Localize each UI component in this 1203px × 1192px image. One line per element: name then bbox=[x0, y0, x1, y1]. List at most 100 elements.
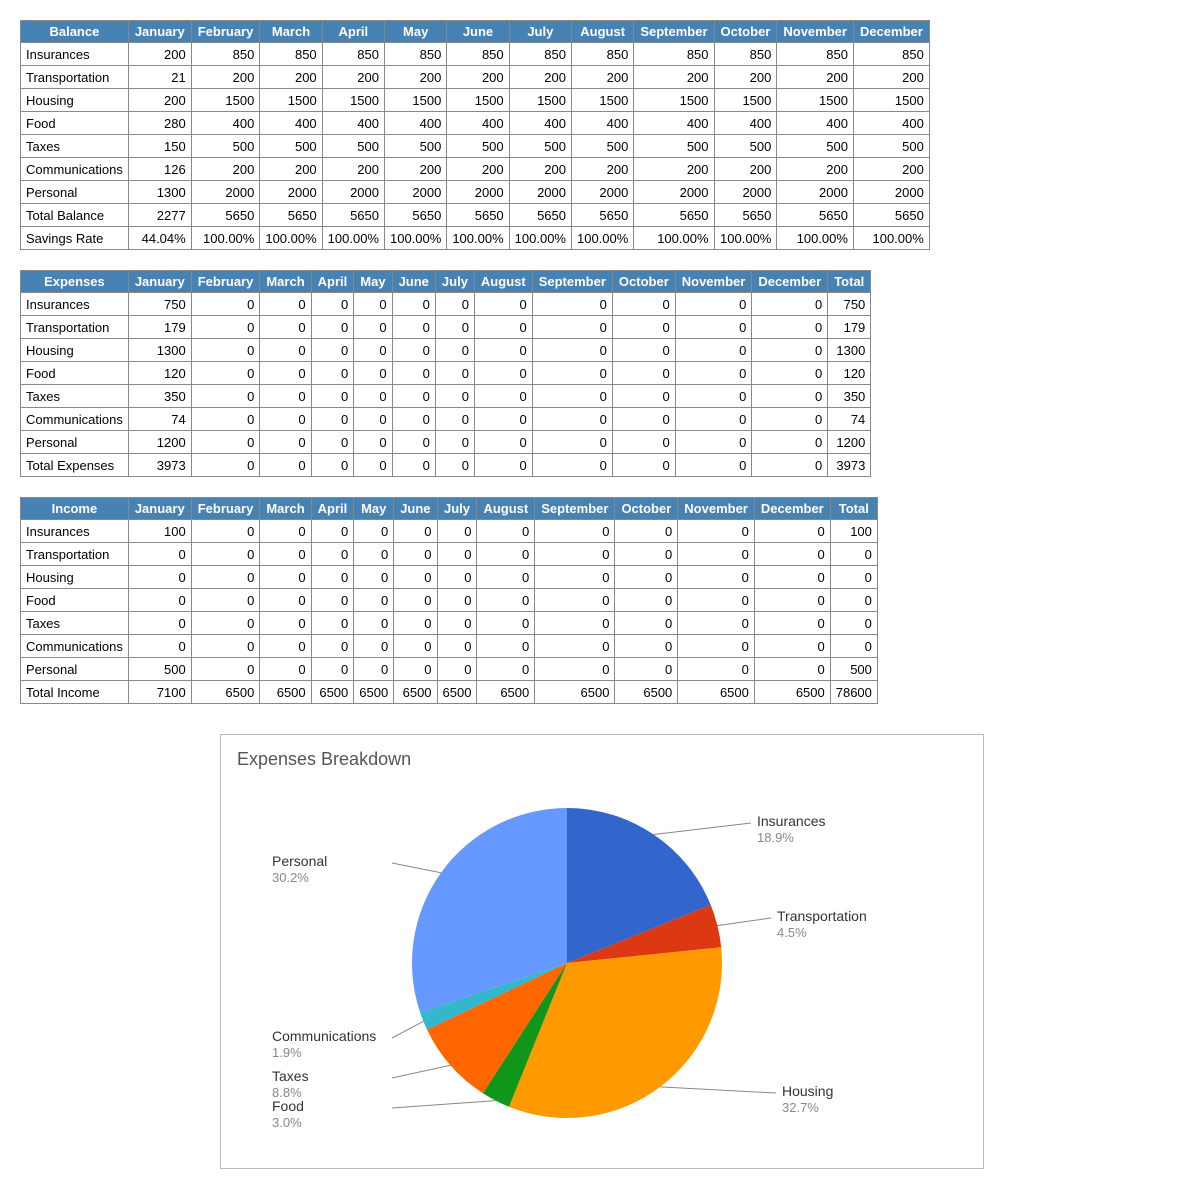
cell-value: 0 bbox=[535, 612, 615, 635]
cell-value: 0 bbox=[260, 635, 311, 658]
cell-value: 7100 bbox=[128, 681, 191, 704]
cell-value: 0 bbox=[437, 566, 477, 589]
cell-value: 200 bbox=[714, 158, 777, 181]
cell-value: 100.00% bbox=[385, 227, 447, 250]
cell-value: 200 bbox=[853, 66, 929, 89]
table-row: Housing1300000000000001300 bbox=[21, 339, 871, 362]
cell-value: 0 bbox=[191, 431, 260, 454]
cell-value: 350 bbox=[828, 385, 871, 408]
cell-value: 0 bbox=[311, 316, 354, 339]
cell-value: 0 bbox=[128, 566, 191, 589]
cell-value: 1300 bbox=[128, 181, 191, 204]
row-label: Housing bbox=[21, 339, 129, 362]
cell-value: 2000 bbox=[191, 181, 260, 204]
cell-value: 0 bbox=[191, 589, 260, 612]
column-header: July bbox=[509, 21, 571, 43]
cell-value: 0 bbox=[754, 589, 830, 612]
cell-value: 0 bbox=[311, 454, 354, 477]
row-label: Transportation bbox=[21, 316, 129, 339]
table-row: Food12000000000000120 bbox=[21, 362, 871, 385]
cell-value: 400 bbox=[385, 112, 447, 135]
cell-value: 200 bbox=[509, 66, 571, 89]
table-row: Insurances200850850850850850850850850850… bbox=[21, 43, 930, 66]
cell-value: 1500 bbox=[777, 89, 854, 112]
expenses-table: ExpensesJanuaryFebruaryMarchAprilMayJune… bbox=[20, 270, 871, 477]
cell-value: 0 bbox=[354, 589, 394, 612]
column-header: May bbox=[354, 271, 392, 293]
cell-value: 3973 bbox=[828, 454, 871, 477]
cell-value: 0 bbox=[260, 385, 311, 408]
cell-value: 0 bbox=[191, 385, 260, 408]
cell-value: 5650 bbox=[447, 204, 509, 227]
column-header: May bbox=[354, 498, 394, 520]
cell-value: 0 bbox=[535, 635, 615, 658]
cell-value: 400 bbox=[634, 112, 714, 135]
cell-value: 0 bbox=[392, 362, 435, 385]
cell-value: 1500 bbox=[509, 89, 571, 112]
column-header: August bbox=[571, 21, 633, 43]
column-header: April bbox=[322, 21, 384, 43]
cell-value: 6500 bbox=[754, 681, 830, 704]
column-header: April bbox=[311, 271, 354, 293]
cell-value: 0 bbox=[474, 293, 532, 316]
column-header: Balance bbox=[21, 21, 129, 43]
cell-value: 1500 bbox=[714, 89, 777, 112]
cell-value: 0 bbox=[532, 431, 612, 454]
column-header: November bbox=[675, 271, 752, 293]
cell-value: 0 bbox=[435, 454, 474, 477]
cell-value: 200 bbox=[260, 158, 322, 181]
cell-value: 0 bbox=[354, 658, 394, 681]
column-header: February bbox=[191, 21, 260, 43]
cell-value: 5650 bbox=[714, 204, 777, 227]
cell-value: 0 bbox=[535, 658, 615, 681]
cell-value: 0 bbox=[394, 635, 437, 658]
cell-value: 0 bbox=[311, 543, 354, 566]
table-row: Insurances10000000000000100 bbox=[21, 520, 878, 543]
cell-value: 0 bbox=[311, 566, 354, 589]
cell-value: 0 bbox=[612, 431, 675, 454]
cell-value: 750 bbox=[828, 293, 871, 316]
cell-value: 2277 bbox=[128, 204, 191, 227]
cell-value: 0 bbox=[191, 612, 260, 635]
cell-value: 6500 bbox=[311, 681, 354, 704]
table-row: Housing200150015001500150015001500150015… bbox=[21, 89, 930, 112]
cell-value: 850 bbox=[714, 43, 777, 66]
cell-value: 0 bbox=[675, 362, 752, 385]
column-header: Expenses bbox=[21, 271, 129, 293]
cell-value: 500 bbox=[853, 135, 929, 158]
cell-value: 6500 bbox=[260, 681, 311, 704]
cell-value: 0 bbox=[535, 520, 615, 543]
column-header: October bbox=[615, 498, 678, 520]
cell-value: 0 bbox=[435, 362, 474, 385]
cell-value: 2000 bbox=[571, 181, 633, 204]
cell-value: 0 bbox=[128, 635, 191, 658]
cell-value: 200 bbox=[509, 158, 571, 181]
cell-value: 0 bbox=[752, 385, 828, 408]
cell-value: 0 bbox=[191, 316, 260, 339]
cell-value: 0 bbox=[260, 543, 311, 566]
column-header: July bbox=[437, 498, 477, 520]
row-label: Food bbox=[21, 589, 129, 612]
cell-value: 2000 bbox=[447, 181, 509, 204]
cell-value: 500 bbox=[128, 658, 191, 681]
column-header: October bbox=[612, 271, 675, 293]
cell-value: 0 bbox=[311, 339, 354, 362]
cell-value: 0 bbox=[752, 293, 828, 316]
column-header: May bbox=[385, 21, 447, 43]
cell-value: 0 bbox=[675, 431, 752, 454]
cell-value: 0 bbox=[754, 566, 830, 589]
table-row-total: Total Balance227756505650565056505650565… bbox=[21, 204, 930, 227]
cell-value: 200 bbox=[191, 66, 260, 89]
cell-value: 0 bbox=[191, 635, 260, 658]
cell-value: 0 bbox=[675, 339, 752, 362]
cell-value: 0 bbox=[754, 520, 830, 543]
cell-value: 1500 bbox=[571, 89, 633, 112]
cell-value: 6500 bbox=[535, 681, 615, 704]
cell-value: 0 bbox=[354, 566, 394, 589]
cell-value: 400 bbox=[777, 112, 854, 135]
cell-value: 0 bbox=[675, 454, 752, 477]
cell-value: 0 bbox=[754, 543, 830, 566]
column-header: Income bbox=[21, 498, 129, 520]
cell-value: 0 bbox=[474, 362, 532, 385]
cell-value: 2000 bbox=[853, 181, 929, 204]
